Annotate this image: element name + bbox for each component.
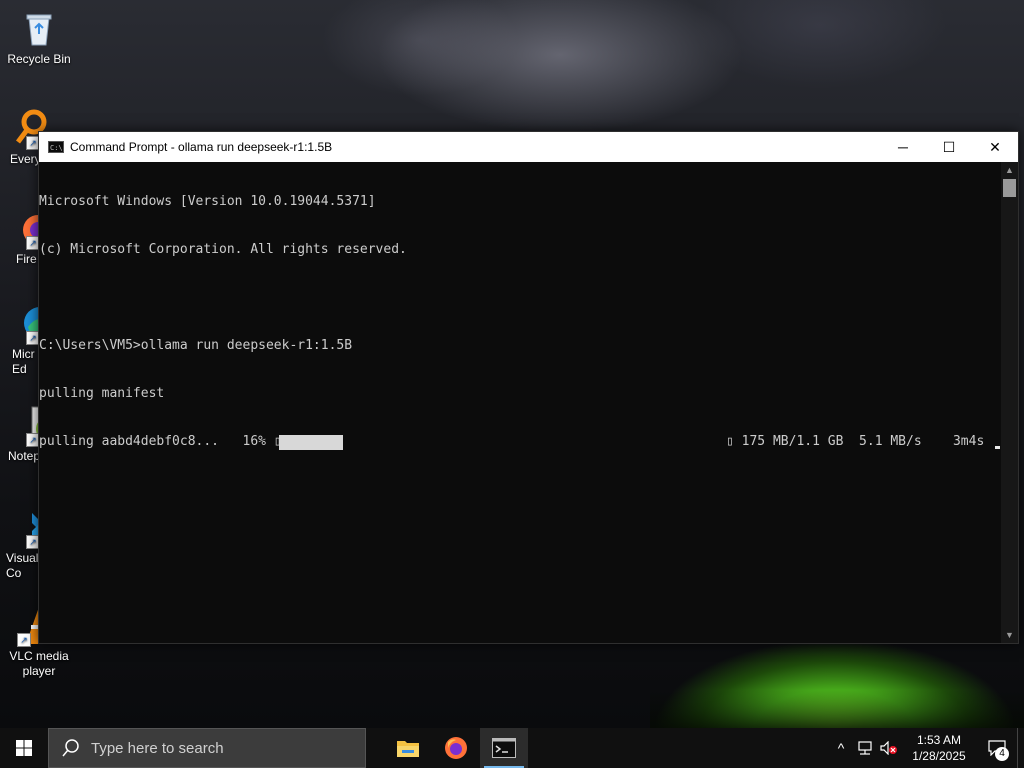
command-prompt-icon: C:\ (48, 141, 64, 153)
close-button[interactable]: ✕ (972, 132, 1018, 162)
volume-muted-icon[interactable] (877, 741, 901, 755)
window-titlebar[interactable]: C:\ Command Prompt - ollama run deepseek… (39, 132, 1018, 162)
desktop-icon-label: Recycle Bin (7, 52, 71, 66)
clock-time: 1:53 AM (916, 733, 962, 747)
command-prompt-icon (492, 738, 516, 758)
taskbar-app-command-prompt[interactable] (480, 728, 528, 768)
start-button[interactable] (0, 728, 48, 768)
taskbar-app-firefox[interactable] (432, 728, 480, 768)
console-output[interactable]: Microsoft Windows [Version 10.0.19044.53… (39, 162, 1000, 643)
scroll-thumb[interactable] (1003, 179, 1016, 197)
console-line: pulling manifest (39, 386, 165, 401)
minimize-icon: ─ (898, 139, 908, 155)
progress-stats: ▯ 175 MB/1.1 GB 5.1 MB/s 3m4s (726, 434, 985, 449)
console-line: (c) Microsoft Corporation. All rights re… (39, 242, 407, 257)
console-line: Microsoft Windows [Version 10.0.19044.53… (39, 194, 376, 209)
console-line: C:\Users\VM5>ollama run deepseek-r1:1.5B (39, 338, 353, 353)
close-icon: ✕ (989, 138, 1001, 155)
command-prompt-window[interactable]: C:\ Command Prompt - ollama run deepseek… (38, 131, 1019, 644)
maximize-icon: ☐ (942, 138, 956, 155)
minimize-button[interactable]: ─ (880, 132, 926, 162)
desktop-icon-label: VLC media player (9, 649, 69, 678)
windows-logo-icon (16, 740, 32, 756)
scroll-down-arrow-icon[interactable]: ▼ (1001, 627, 1018, 643)
system-clock[interactable]: 1:53 AM 1/28/2025 (901, 732, 977, 764)
action-center-button[interactable]: 4 (977, 728, 1017, 768)
search-icon (61, 738, 81, 758)
search-placeholder: Type here to search (91, 739, 224, 757)
show-hidden-icons-chevron-icon[interactable]: ^ (829, 740, 853, 756)
download-progress-line: pulling aabd4debf0c8... 16% ▯ ▯ 175 MB/1… (39, 434, 1000, 450)
network-icon[interactable] (853, 741, 877, 755)
text-cursor (995, 446, 1000, 449)
file-explorer-icon (397, 741, 419, 757)
system-tray: ^ 1:53 AM 1/28/2025 4 (829, 728, 1024, 768)
recycle-bin-icon (19, 8, 59, 48)
window-title: Command Prompt - ollama run deepseek-r1:… (70, 140, 333, 154)
show-desktop-button[interactable] (1017, 728, 1024, 768)
firefox-icon (445, 737, 467, 759)
wallpaper-shade (650, 690, 1024, 728)
taskbar-app-file-explorer[interactable] (384, 728, 432, 768)
vertical-scrollbar[interactable]: ▲ ▼ (1001, 162, 1018, 643)
maximize-button[interactable]: ☐ (926, 132, 972, 162)
shortcut-arrow-icon: ↗ (17, 633, 31, 647)
clock-date: 1/28/2025 (912, 749, 966, 763)
download-progress-bar (279, 435, 343, 450)
progress-prefix: pulling aabd4debf0c8... 16% ▯ (39, 434, 282, 449)
desktop-icon-recycle-bin[interactable]: Recycle Bin (1, 8, 77, 67)
taskbar-search-box[interactable]: Type here to search (48, 728, 366, 768)
notification-count-badge: 4 (995, 747, 1009, 761)
taskbar: Type here to search ^ 1:53 AM 1/28/2025 … (0, 728, 1024, 768)
scroll-up-arrow-icon[interactable]: ▲ (1001, 162, 1018, 178)
